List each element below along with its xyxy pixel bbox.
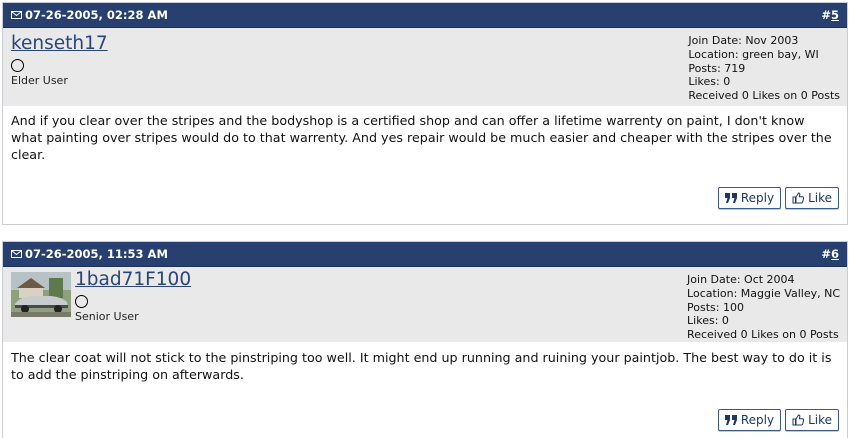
reply-button[interactable]: Reply (717, 409, 782, 431)
user-title: Elder User (11, 74, 68, 87)
join-date: Join Date: Nov 2003 (688, 34, 799, 47)
user-info-bar: 1bad71F100 Senior User Join Date: Oct 20… (3, 267, 847, 342)
reply-label: Reply (740, 191, 775, 205)
post-header: 07-26-2005, 11:53 AM #6 (3, 242, 847, 267)
avatar-car-image (11, 272, 71, 317)
likes-received: Received 0 Likes on 0 Posts (688, 89, 840, 103)
like-label: Like (808, 191, 832, 205)
likes-received: Received 0 Likes on 0 Posts (687, 328, 839, 342)
likes-count: Likes: 0 (688, 75, 731, 89)
post-6: 07-26-2005, 11:53 AM #6 1bad71F100 Senio… (2, 241, 848, 438)
username-link[interactable]: kenseth17 (11, 33, 108, 54)
post-5: 07-26-2005, 02:28 AM #5 kenseth17 Elder … (2, 2, 848, 225)
thumbs-up-icon (792, 414, 805, 426)
join-date: Join Date: Oct 2004 (687, 273, 795, 286)
post-number[interactable]: 5 (831, 8, 839, 22)
post-body: The clear coat will not stick to the pin… (11, 350, 832, 382)
post-number-prefix: # (821, 247, 831, 261)
post-number[interactable]: 6 (831, 247, 839, 261)
location: Location: Maggie Valley, NC (687, 286, 840, 300)
post-number-prefix: # (821, 8, 831, 22)
post-count: Posts: 100 (687, 300, 744, 314)
quote-icon (724, 193, 737, 203)
post-timestamp: 07-26-2005, 11:53 AM (25, 247, 168, 261)
user-stats: Join Date: Oct 2004 Location: Maggie Val… (687, 273, 840, 342)
thumbs-up-icon (792, 192, 805, 204)
like-button[interactable]: Like (785, 409, 839, 431)
user-info-bar: kenseth17 Elder User Join Date: Nov 2003… (3, 28, 847, 106)
likes-count: Likes: 0 (687, 314, 729, 328)
envelope-icon (11, 250, 22, 258)
like-label: Like (808, 413, 832, 427)
post-number-link[interactable]: #5 (821, 8, 839, 22)
post-actions: Reply Like (717, 409, 839, 431)
reply-label: Reply (740, 413, 775, 427)
reply-button[interactable]: Reply (717, 187, 782, 209)
user-title: Senior User (75, 310, 139, 323)
location: Location: green bay, WI (688, 47, 819, 61)
envelope-icon (11, 11, 22, 19)
post-header: 07-26-2005, 02:28 AM #5 (3, 3, 847, 28)
post-body: And if you clear over the stripes and th… (11, 113, 832, 162)
post-number-link[interactable]: #6 (821, 247, 839, 261)
post-count: Posts: 719 (688, 61, 746, 75)
avatar[interactable] (11, 272, 71, 317)
post-actions: Reply Like (717, 187, 839, 209)
quote-icon (724, 415, 737, 425)
username-link[interactable]: 1bad71F100 (75, 269, 191, 290)
user-stats: Join Date: Nov 2003 Location: green bay,… (688, 34, 840, 103)
post-timestamp: 07-26-2005, 02:28 AM (25, 8, 168, 22)
like-button[interactable]: Like (785, 187, 839, 209)
online-status-icon (11, 59, 24, 72)
online-status-icon (75, 295, 88, 308)
